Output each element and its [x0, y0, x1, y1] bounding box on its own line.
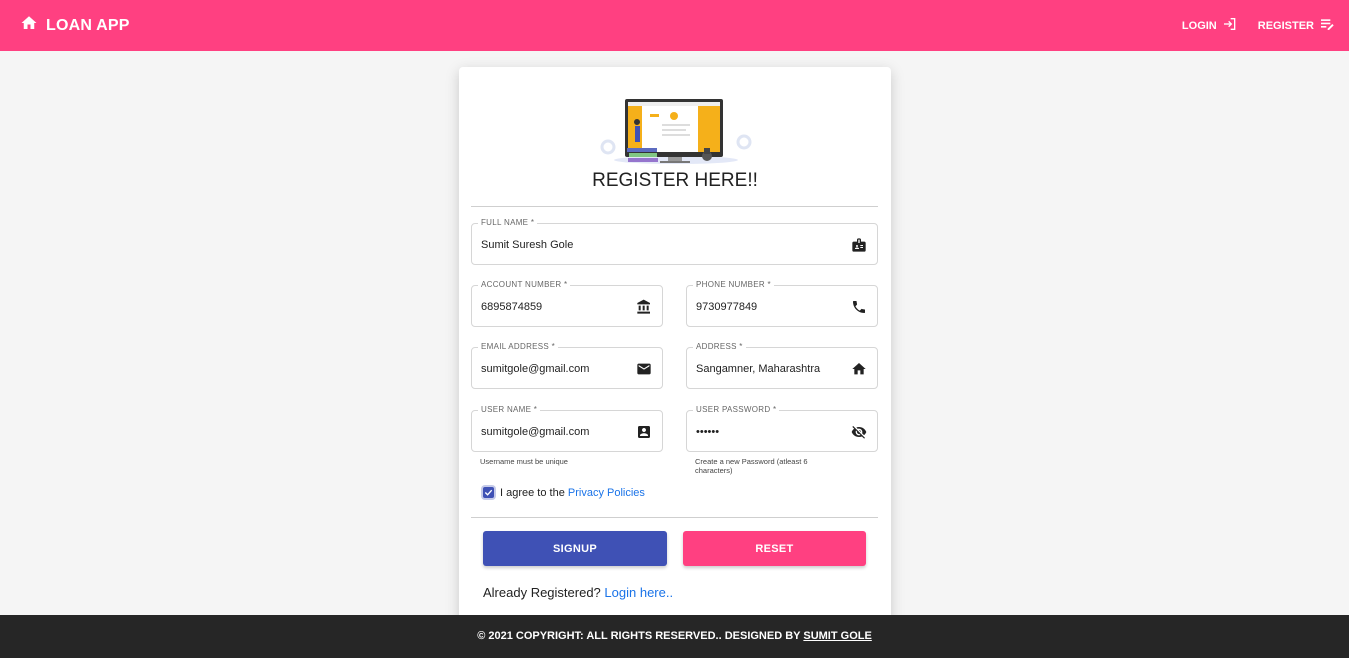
- phone-number-label: PHONE NUMBER *: [693, 280, 774, 290]
- footer-author-link[interactable]: SUMIT GOLE: [803, 630, 871, 642]
- username-label: USER NAME *: [478, 405, 541, 415]
- password-helper: Create a new Password (atleast 6 charact…: [695, 457, 808, 475]
- address-label: ADDRESS *: [693, 342, 746, 352]
- nav-login-link[interactable]: LOGIN: [1182, 16, 1238, 35]
- already-text: Already Registered?: [483, 585, 601, 600]
- home-icon: [852, 363, 866, 375]
- email-label: EMAIL ADDRESS *: [478, 342, 559, 352]
- reset-button[interactable]: RESET: [683, 531, 866, 566]
- footer-text: © 2021 COPYRIGHT: ALL RIGHTS RESERVED.. …: [477, 630, 801, 642]
- phone-number-value: 9730977849: [696, 301, 758, 313]
- brand-link[interactable]: LOAN APP: [20, 14, 130, 37]
- phone-icon: [853, 301, 865, 313]
- email-field[interactable]: EMAIL ADDRESS * sumitgole@gmail.com: [471, 342, 663, 389]
- register-card: REGISTER HERE!! FULL NAME * Sumit Suresh…: [459, 67, 891, 627]
- phone-number-field[interactable]: PHONE NUMBER * 9730977849: [686, 280, 878, 327]
- username-field[interactable]: USER NAME * sumitgole@gmail.com: [471, 405, 663, 452]
- computer-illustration: [600, 99, 752, 164]
- signup-button[interactable]: SIGNUP: [483, 531, 667, 566]
- account-number-value: 6895874859: [481, 301, 543, 313]
- mail-icon: [637, 363, 651, 375]
- full-name-field[interactable]: FULL NAME * Sumit Suresh Gole: [471, 218, 878, 265]
- visibility-off-icon[interactable]: [851, 424, 867, 440]
- register-icon: [1314, 16, 1335, 35]
- password-label: USER PASSWORD *: [693, 405, 780, 415]
- password-field[interactable]: USER PASSWORD * ••••••: [686, 405, 878, 452]
- home-icon: [20, 14, 46, 37]
- already-registered: Already Registered? Login here..: [483, 585, 673, 600]
- full-name-value: Sumit Suresh Gole: [481, 239, 574, 251]
- agree-checkbox[interactable]: [483, 487, 494, 498]
- nav-login-label: LOGIN: [1181, 19, 1217, 32]
- nav-links: LOGIN REGISTER: [1182, 16, 1335, 35]
- email-value: sumitgole@gmail.com: [481, 363, 590, 375]
- account-number-field[interactable]: ACCOUNT NUMBER * 6895874859: [471, 280, 663, 327]
- username-helper: Username must be unique: [480, 457, 568, 466]
- footer: © 2021 COPYRIGHT: ALL RIGHTS RESERVED.. …: [0, 615, 1349, 658]
- account-box-icon: [638, 426, 650, 438]
- username-value: sumitgole@gmail.com: [481, 426, 590, 438]
- nav-register-link[interactable]: REGISTER: [1258, 16, 1335, 35]
- page-title: REGISTER HERE!!: [592, 170, 758, 191]
- top-navbar: LOAN APP LOGIN REGISTER: [0, 0, 1349, 51]
- address-value: Sangamner, Maharashtra: [696, 363, 821, 375]
- nav-register-label: REGISTER: [1257, 19, 1314, 32]
- form-divider: [471, 517, 878, 518]
- bank-icon: [637, 299, 650, 314]
- agree-text: I agree to the Privacy Policies: [500, 487, 645, 499]
- agree-prefix: I agree to the: [500, 487, 565, 499]
- login-here-link[interactable]: Login here..: [604, 585, 673, 600]
- check-icon: [484, 489, 493, 496]
- account-number-label: ACCOUNT NUMBER *: [478, 280, 571, 290]
- title-divider: [471, 206, 878, 207]
- brand-title: LOAN APP: [46, 16, 130, 34]
- login-icon: [1217, 16, 1238, 35]
- password-value: ••••••: [696, 426, 720, 438]
- id-badge-icon: [852, 238, 866, 252]
- full-name-label: FULL NAME *: [478, 218, 538, 228]
- privacy-policies-link[interactable]: Privacy Policies: [568, 487, 645, 499]
- address-field[interactable]: ADDRESS * Sangamner, Maharashtra: [686, 342, 878, 389]
